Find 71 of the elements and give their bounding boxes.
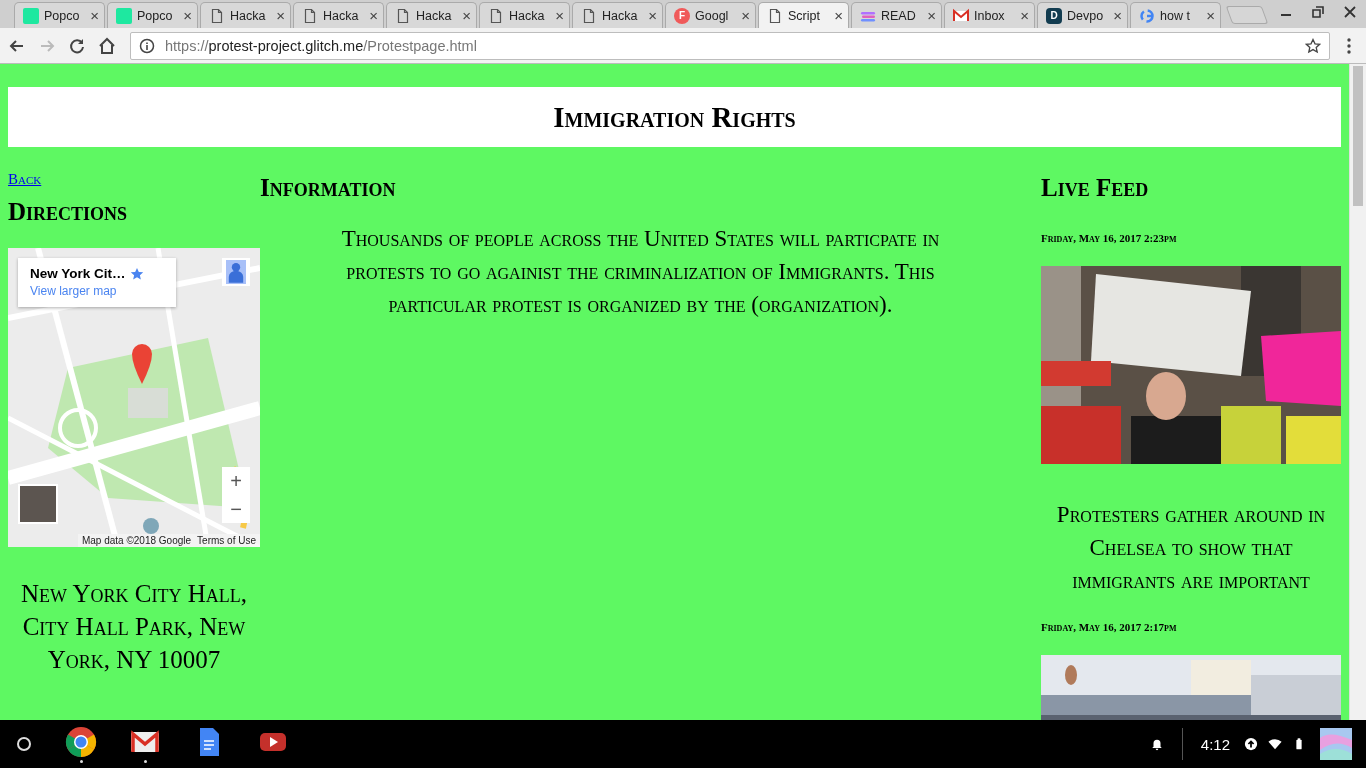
browser-tab[interactable]: Hacka × <box>200 2 291 28</box>
post-date: Friday, May 16, 2017 2:23pm <box>1041 232 1178 244</box>
scrollbar-thumb[interactable] <box>1353 66 1363 206</box>
browser-tab[interactable]: READ × <box>851 2 942 28</box>
tab-favicon: F <box>674 7 690 24</box>
place-title: New York Cit… <box>30 266 126 281</box>
browser-tab[interactable]: F Googl × <box>665 2 756 28</box>
close-icon[interactable]: × <box>183 8 192 23</box>
chrome-icon <box>65 725 97 758</box>
close-icon[interactable]: × <box>276 8 285 23</box>
map[interactable]: New York Cit… View larger map + − Map data ©2018 Google Terms of Use <box>8 248 260 547</box>
address-text: New York City Hall, City Hall Park, New York, NY 10007 <box>20 579 248 675</box>
url-text: https://protest-project.glitch.me/Protestpage.html <box>165 37 477 54</box>
page-icon <box>488 7 504 24</box>
information-text: Thousands of people across the United States will particpate in protests to go againist the criminalization of Immigrants. This particular protest is organized by the (organization). <box>340 225 941 319</box>
tab-favicon: D <box>1046 7 1062 24</box>
section-heading: Directions <box>8 198 129 226</box>
info-icon <box>139 37 155 54</box>
address-bar[interactable]: https://protest-project.glitch.me/Protestpage.html <box>130 31 1330 60</box>
close-icon[interactable]: × <box>462 8 471 23</box>
browser-tab[interactable]: Hacka × <box>293 2 384 28</box>
close-icon[interactable]: × <box>369 8 378 23</box>
zoom-out-button[interactable]: − <box>222 495 250 523</box>
pegman-button[interactable] <box>222 258 250 286</box>
map-attribution: Map data ©2018 Google <box>81 535 192 546</box>
close-icon[interactable]: × <box>648 8 657 23</box>
app-icon <box>23 7 39 24</box>
close-icon[interactable]: × <box>741 8 750 23</box>
upload-icon <box>1244 737 1258 751</box>
close-icon[interactable]: × <box>927 8 936 23</box>
close-icon[interactable]: × <box>1206 8 1215 23</box>
map-link[interactable]: View larger map <box>30 284 117 298</box>
star-icon[interactable] <box>1305 37 1321 54</box>
close-icon[interactable]: × <box>555 8 564 23</box>
page-icon <box>209 7 225 24</box>
browser-tab[interactable]: Script × <box>758 2 849 28</box>
close-icon[interactable]: × <box>1020 8 1029 23</box>
post-caption: Protesters gather around in Chelsea to show that immigrants are important <box>1055 501 1327 595</box>
page-icon <box>767 7 783 24</box>
terms-link[interactable]: Terms of Use <box>197 535 256 546</box>
page-icon <box>581 7 597 24</box>
satellite-toggle[interactable] <box>18 484 58 524</box>
section-heading: Information <box>260 174 397 202</box>
close-icon[interactable]: × <box>90 8 99 23</box>
wifi-icon <box>1268 737 1282 751</box>
browser-tab[interactable]: Popco × <box>107 2 198 28</box>
zoom-in-button[interactable]: + <box>222 467 250 495</box>
page-icon <box>395 7 411 24</box>
browser-tab[interactable]: how t × <box>1130 2 1221 28</box>
page-title: Immigration Rights <box>8 87 1341 147</box>
close-icon[interactable]: × <box>834 8 843 23</box>
browser-tab[interactable]: D Devpo × <box>1037 2 1128 28</box>
page-icon <box>302 7 318 24</box>
app-icon <box>116 7 132 24</box>
browser-tab[interactable]: Hacka × <box>479 2 570 28</box>
browser-tab[interactable]: Hacka × <box>386 2 477 28</box>
browser-tab[interactable]: Inbox × <box>944 2 1035 28</box>
mail-icon <box>953 7 969 24</box>
browser-tab[interactable]: Hacka × <box>572 2 663 28</box>
close-icon[interactable]: × <box>1113 8 1122 23</box>
star-icon[interactable] <box>129 266 144 281</box>
close-icon[interactable] <box>1342 4 1358 20</box>
section-heading: Live Feed <box>1041 174 1150 202</box>
restore-icon[interactable] <box>1310 4 1326 20</box>
clock-text[interactable]: 4:12 <box>1200 735 1230 753</box>
back-link[interactable]: Back <box>8 171 42 188</box>
browser-tab[interactable]: Popco × <box>14 2 105 28</box>
post-date: Friday, May 16, 2017 2:17pm <box>1041 621 1178 633</box>
taskbar-app[interactable] <box>64 724 98 764</box>
launcher-icon[interactable] <box>14 734 34 754</box>
person-icon <box>226 260 246 284</box>
